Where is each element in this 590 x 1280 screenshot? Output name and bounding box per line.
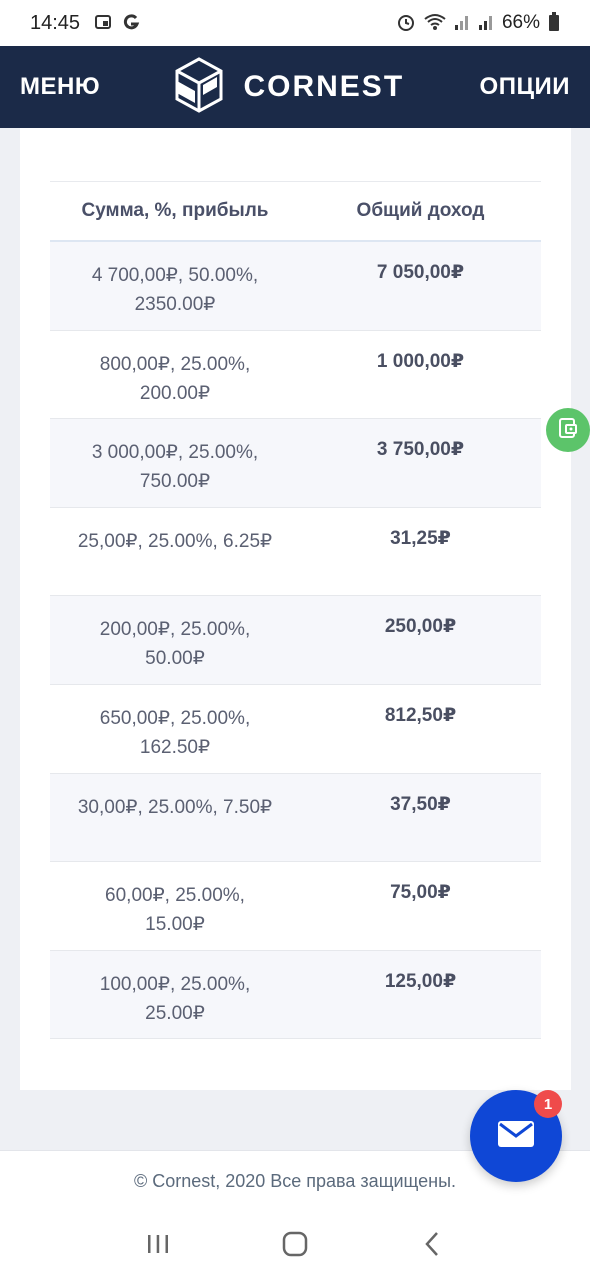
cell-details: 30,00₽, 25.00%, 7.50₽: [77, 796, 273, 818]
column-header-total: Общий доход: [356, 200, 485, 221]
cell-details: 650,00₽, 25.00%, 162.50₽: [99, 707, 251, 758]
copyright-text: © Cornest, 2020 Все права защищены.: [133, 1171, 457, 1191]
unread-badge: 1: [534, 1090, 562, 1118]
signal-icon: [454, 13, 470, 34]
side-widget-button[interactable]: [546, 408, 590, 452]
income-card: Сумма, %, прибыль Общий доход 4 700,00₽,…: [20, 128, 571, 1090]
table-row: 100,00₽, 25.00%, 25.00₽ 125,00₽: [50, 950, 541, 1040]
wifi-icon: [424, 13, 446, 34]
clipboard-icon: [556, 416, 580, 445]
mail-icon: [497, 1120, 535, 1153]
cell-total: 31,25₽: [390, 527, 451, 549]
cell-total: 7 050,00₽: [376, 262, 465, 283]
brand-name: CORNEST: [243, 70, 405, 103]
back-button[interactable]: [402, 1221, 462, 1271]
table-header: Сумма, %, прибыль Общий доход: [50, 181, 541, 242]
app-header: МЕНЮ CORNEST ОПЦИИ: [0, 46, 590, 128]
cell-details: 3 000,00₽, 25.00%, 750.00₽: [91, 442, 259, 493]
table-row: 200,00₽, 25.00%, 50.00₽ 250,00₽: [50, 596, 541, 685]
menu-button[interactable]: МЕНЮ: [20, 73, 100, 101]
income-table: Сумма, %, прибыль Общий доход 4 700,00₽,…: [50, 181, 541, 1040]
screenshot-notification-icon: [94, 13, 112, 34]
cell-total: 3 750,00₽: [376, 439, 465, 461]
cell-total: 125,00₽: [384, 970, 457, 992]
g-app-notification-icon: [122, 13, 140, 34]
alarm-icon: [396, 12, 416, 35]
cell-total: 1 000,00₽: [376, 350, 465, 372]
table-row: 650,00₽, 25.00%, 162.50₽ 812,50₽: [50, 685, 541, 774]
cell-details: 25,00₽, 25.00%, 6.25₽: [77, 530, 273, 552]
table-row: 60,00₽, 25.00%, 15.00₽ 75,00₽: [50, 862, 541, 951]
battery-icon: [548, 11, 560, 35]
cube-logo-icon: [175, 56, 223, 118]
cell-total: 250,00₽: [384, 616, 457, 638]
options-button[interactable]: ОПЦИИ: [480, 73, 570, 101]
battery-percent: 66%: [501, 12, 540, 33]
cell-details: 200,00₽, 25.00%, 50.00₽: [99, 619, 251, 670]
home-icon: [282, 1231, 308, 1262]
recent-apps-icon: [146, 1233, 170, 1260]
home-button[interactable]: [265, 1221, 325, 1271]
table-row: 4 700,00₽, 50.00%, 2350.00₽ 7 050,00₽: [50, 242, 541, 331]
table-row: 25,00₽, 25.00%, 6.25₽ 31,25₽: [50, 508, 541, 597]
table-row: 3 000,00₽, 25.00%, 750.00₽ 3 750,00₽: [50, 419, 541, 508]
status-bar: 14:45 66%: [0, 0, 590, 46]
cell-total: 75,00₽: [390, 882, 451, 904]
back-chevron-icon: [424, 1231, 440, 1262]
cell-details: 800,00₽, 25.00%, 200.00₽: [99, 353, 251, 404]
status-time: 14:45: [30, 11, 81, 34]
cell-total: 812,50₽: [384, 704, 457, 726]
cell-details: 60,00₽, 25.00%, 15.00₽: [105, 885, 245, 936]
cell-details: 100,00₽, 25.00%, 25.00₽: [99, 973, 251, 1024]
system-nav-bar: [0, 1212, 590, 1280]
brand-logo[interactable]: CORNEST: [175, 56, 405, 118]
table-row: 30,00₽, 25.00%, 7.50₽ 37,50₽: [50, 773, 541, 863]
cell-total: 37,50₽: [390, 793, 451, 815]
column-header-details: Сумма, %, прибыль: [81, 200, 269, 221]
signal-icon-2: [478, 13, 494, 34]
cell-details: 4 700,00₽, 50.00%, 2350.00₽: [91, 265, 259, 315]
table-row: 800,00₽, 25.00%, 200.00₽ 1 000,00₽: [50, 331, 541, 420]
recent-apps-button[interactable]: [128, 1221, 188, 1271]
